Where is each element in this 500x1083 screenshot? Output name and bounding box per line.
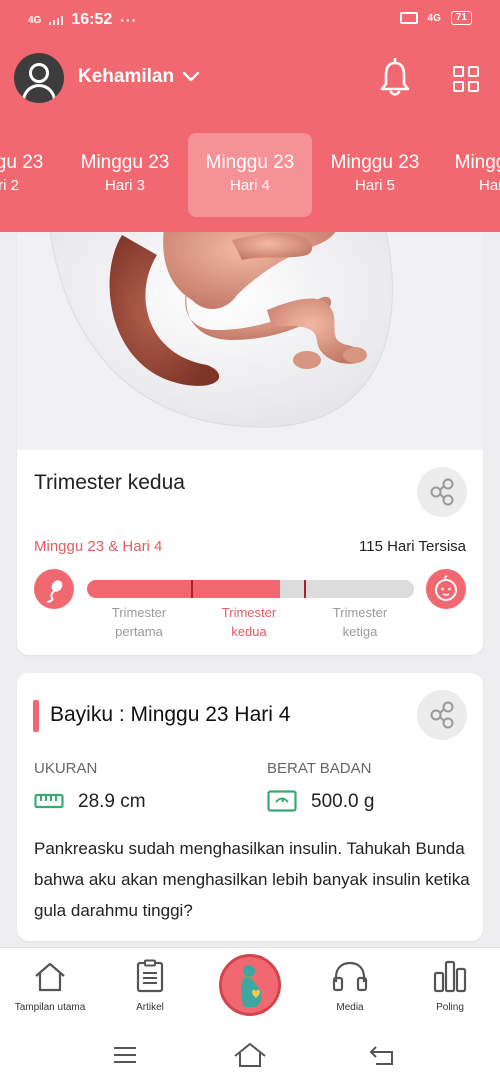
pregnancy-icon [241,965,262,1007]
trimester-label-line: kedua [231,624,267,639]
trimester-label-line: Trimester [221,605,277,620]
weight-value: 500.0 g [311,791,375,812]
signal-icon [49,15,64,25]
nav-pregnancy-button[interactable] [219,954,281,1016]
network-indicator: 4G [28,14,42,26]
trimester-third-label: Trimester ketiga [310,603,410,641]
week-tab-day: Hari 5 [354,177,395,194]
size-label: UKURAN [34,760,98,777]
week-tab-day-5[interactable]: Minggu 23 Hari 5 [313,133,437,217]
battery-indicator: 71 [450,11,472,25]
chevron-down-icon [182,71,200,82]
trimester-label-line: Trimester [111,605,167,620]
trimester-second-label: Trimester kedua [199,603,299,641]
trimester-marker [191,580,193,598]
vibrate-icon [399,12,418,24]
nav-label: Tampilan utama [14,1002,86,1013]
week-tab-week: Minggu 23 [205,152,295,173]
network-indicator-right: 4G [427,12,441,24]
progress-fill [87,580,280,598]
pregnancy-progress-bar [87,580,414,598]
trimester-label-line: pertama [115,624,163,639]
grid-icon[interactable] [453,66,479,92]
scale-icon [267,790,297,812]
trimester-label-line: ketiga [342,624,378,639]
bottom-navigation: Tampilan utama Artikel Media Poling [0,947,500,1029]
home-button-icon[interactable] [233,1042,267,1068]
trimester-marker [304,580,306,598]
week-tab-day-4[interactable]: Minggu 23 Hari 4 [188,133,312,217]
nav-polls[interactable]: Poling [400,948,500,1030]
back-icon[interactable] [368,1043,396,1067]
sperm-icon [34,569,74,609]
system-navigation-bar [0,1029,500,1083]
trimester-first-label: Trimester pertama [89,603,189,641]
week-tab-week: Minggu 23 [0,152,44,173]
pregnancy-progress-card: Trimester kedua Minggu 23 & Hari 4 115 H… [17,215,483,655]
week-tab-week: Minggu 23 [330,152,420,173]
home-icon [35,962,65,992]
trimester-title: Trimester kedua [34,471,185,494]
week-day-label: Minggu 23 & Hari 4 [34,538,163,555]
week-tab-week: Minggu 23 [80,152,170,173]
status-bar: 4G 16:52 ··· 4G 71 [0,0,500,40]
weight-label: BERAT BADAN [267,760,372,777]
share-trimester-button[interactable] [417,467,467,517]
week-tab-day-2[interactable]: Minggu 23 Hari 2 [0,133,61,217]
menu-icon[interactable] [112,1045,138,1065]
nav-label: Media [336,1002,364,1013]
ruler-icon [34,793,64,809]
week-tab-day: Hari 4 [229,177,270,194]
title-accent-bar [33,700,39,732]
nav-label: Poling [436,1002,464,1013]
baby-info-card: Bayiku : Minggu 23 Hari 4 UKURAN 28.9 cm… [17,673,483,941]
baby-description: Pankreasku sudah menghasilkan insulin. T… [34,839,470,920]
week-tab-day: Hari 6 [478,177,500,194]
status-time: 16:52 [71,11,113,28]
week-tab-day: Hari 3 [104,177,145,194]
week-tab-week: Minggu 23 [454,152,500,173]
baby-card-title: Bayiku : Minggu 23 Hari 4 [50,703,291,726]
size-value: 28.9 cm [78,791,146,812]
week-tab-day-3[interactable]: Minggu 23 Hari 3 [63,133,187,217]
week-tab-day: Hari 2 [0,177,19,194]
bar-chart-icon [433,960,467,993]
week-selector: Minggu 23 Hari 2 Minggu 23 Hari 3 Minggu… [0,133,500,217]
trimester-label-line: Trimester [332,605,388,620]
user-avatar-icon[interactable] [14,53,64,103]
share-icon [430,701,454,729]
nav-articles[interactable]: Artikel [100,948,200,1030]
baby-face-icon [426,569,466,609]
pregnancy-dropdown[interactable]: Kehamilan [78,66,200,88]
share-baby-button[interactable] [417,690,467,740]
nav-home[interactable]: Tampilan utama [0,948,100,1030]
headphones-icon [332,961,368,992]
week-tab-day-6[interactable]: Minggu 23 Hari 6 [437,133,500,217]
nav-media[interactable]: Media [300,948,400,1030]
status-dots: ··· [120,12,138,28]
bell-icon[interactable] [378,58,412,98]
nav-label: Artikel [136,1002,164,1013]
app-header: 4G 16:52 ··· 4G 71 Kehamilan Minggu 23 [0,0,500,232]
clipboard-icon [136,959,164,993]
share-icon [430,478,454,506]
days-remaining: 115 Hari Tersisa [359,538,466,555]
page-title: Kehamilan [78,66,175,87]
fetus-illustration [17,215,483,450]
